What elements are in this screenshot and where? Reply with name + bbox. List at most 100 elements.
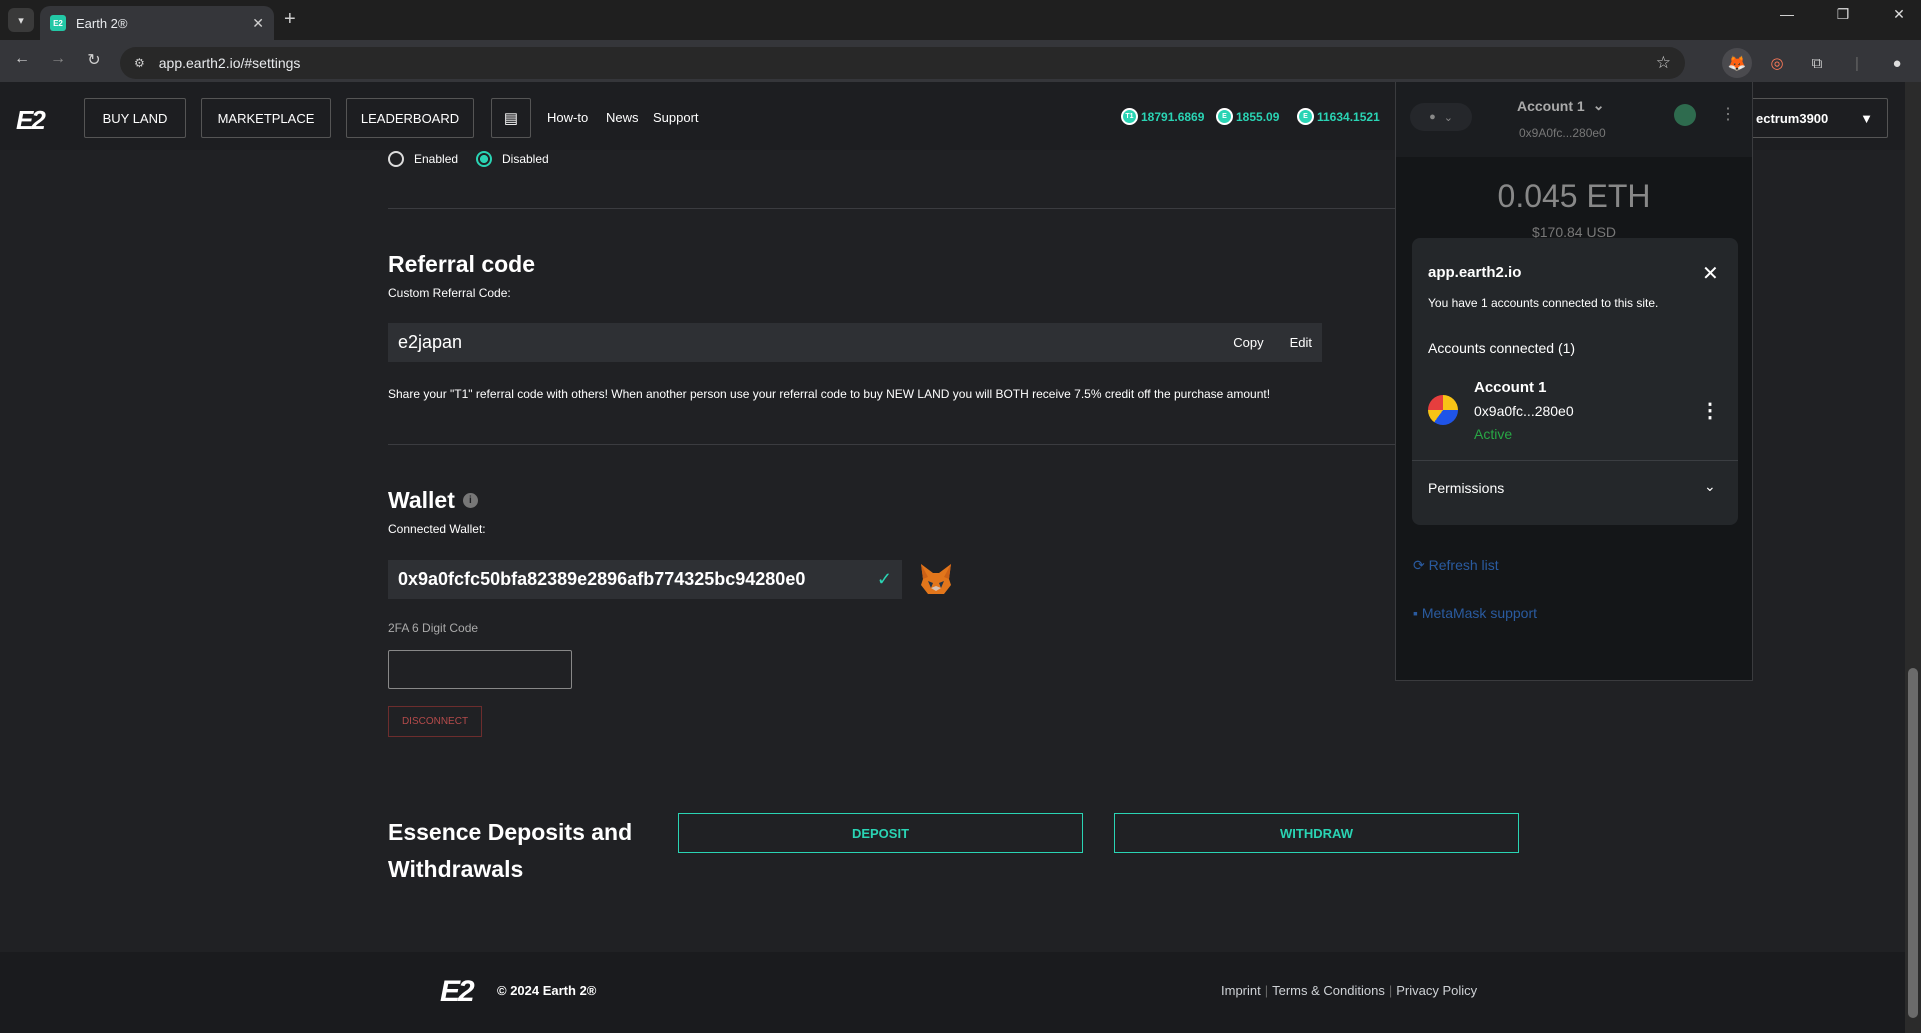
referral-subtitle: Custom Referral Code: [388,286,511,300]
new-tab-icon[interactable]: + [284,8,296,31]
url-text: app.earth2.io/#settings [158,55,301,71]
metamask-support-link[interactable]: ▪ MetaMask support [1413,605,1537,621]
username: ectrum3900 [1756,110,1829,126]
divider [1412,460,1738,461]
document-icon[interactable]: ▤ [491,98,531,138]
accounts-connected-heading: Accounts connected (1) [1428,340,1576,356]
refresh-list-link[interactable]: ⟳ Refresh list [1413,557,1499,574]
footer-logo[interactable]: E2 [440,975,475,1009]
divider [388,208,1398,209]
minimize-icon[interactable]: — [1775,6,1799,23]
radio-enabled[interactable]: Enabled [388,151,458,167]
edit-button[interactable]: Edit [1290,335,1312,350]
browser-tab[interactable]: E2 Earth 2® ✕ [40,6,274,40]
address-bar[interactable]: ⚙ app.earth2.io/#settings ☆ [120,47,1685,79]
back-icon[interactable]: ← [10,50,34,68]
chevron-down-icon: ⌄ [1443,111,1453,124]
radio-disabled[interactable]: Disabled [476,151,549,167]
connected-site-icon[interactable] [1674,104,1696,126]
news-link[interactable]: News [606,110,639,125]
modal-site-title: app.earth2.io [1428,264,1522,281]
withdraw-button[interactable]: WITHDRAW [1114,813,1519,853]
check-icon: ✓ [876,569,892,589]
reload-icon[interactable]: ↻ [82,50,106,70]
window-controls: — ❐ ✕ [1775,6,1911,23]
bookmark-star-icon[interactable]: ☆ [1656,53,1671,73]
balance-ether[interactable]: E 11634.1521 [1297,108,1380,125]
wallet-title-text: Wallet [388,487,455,513]
balance-value: 18791.6869 [1141,109,1205,124]
howto-link[interactable]: How-to [547,110,588,125]
radio-label: Enabled [414,152,459,166]
disconnect-button[interactable]: DISCONNECT [388,706,482,737]
network-selector[interactable]: ● ⌄ [1410,103,1472,131]
connected-account-name: Account 1 [1474,379,1547,396]
support-link[interactable]: Support [653,110,699,125]
account-name: Account 1 [1517,97,1585,114]
account-address[interactable]: 0x9A0fc...280e0 [1519,126,1606,140]
referral-description: Share your "T1" referral code with other… [388,387,1271,401]
balance-t1[interactable]: T1 18791.6869 [1121,108,1204,125]
scrollbar-thumb[interactable] [1908,668,1918,1018]
chevron-down-icon: ⌄ [1592,97,1605,113]
wallet-subtitle: Connected Wallet: [388,522,486,536]
buy-land-button[interactable]: BUY LAND [84,98,186,138]
connected-message: You have 1 accounts connected to this si… [1428,296,1659,310]
separator: | [1855,54,1859,72]
separator: | [1264,983,1269,998]
balance-value: 11634.1521 [1317,109,1380,124]
restore-icon[interactable]: ❐ [1831,6,1855,23]
account-selector[interactable]: Account 1 ⌄ [1517,97,1604,114]
leaderboard-button[interactable]: LEADERBOARD [346,98,474,138]
metamask-extension-icon[interactable]: 🦊 [1722,48,1752,78]
permissions-toggle[interactable]: Permissions [1428,480,1504,496]
account-status: Active [1474,426,1513,442]
color-extension-icon[interactable]: ◎ [1762,48,1792,78]
tab-title: Earth 2® [76,15,128,31]
wallet-title: Wallet i [388,487,478,514]
account-options-icon[interactable]: ⋮ [1700,398,1720,423]
marketplace-button[interactable]: MARKETPLACE [201,98,331,138]
radio-unchecked-icon [388,151,404,167]
deposit-button[interactable]: DEPOSIT [678,813,1083,853]
separator: | [1388,983,1393,998]
essence-icon: E [1216,108,1233,125]
metamask-menu-icon[interactable]: ⋮ [1720,104,1736,124]
ether-icon: E [1297,108,1314,125]
footer-copyright: © 2024 Earth 2® [497,983,597,998]
radio-label: Disabled [502,152,549,166]
site-info-icon[interactable]: ⚙ [134,56,145,70]
earth2-favicon-icon: E2 [50,15,66,31]
referral-title: Referral code [388,251,536,277]
earth2-logo[interactable]: E2 [16,105,46,136]
connected-wallet-field: 0x9a0fcfc50bfa82389e2896afb774325bc94280… [388,560,902,599]
extensions-puzzle-icon[interactable]: ⧉ [1802,48,1832,78]
close-window-icon[interactable]: ✕ [1887,6,1911,23]
balance-value: 1855.09 [1236,109,1280,124]
wallet-address: 0x9a0fcfc50bfa82389e2896afb774325bc94280… [398,569,806,589]
eth-balance: 0.045 ETH [1497,178,1651,214]
extensions-area: 🦊 ◎ ⧉ | ● ⋮ [1722,48,1921,78]
divider [388,444,1398,445]
footer-links: Imprint | Terms & Conditions | Privacy P… [1221,983,1477,998]
twofa-label: 2FA 6 Digit Code [388,621,479,635]
connected-account-address: 0x9a0fc...280e0 [1474,403,1574,419]
tab-search-icon[interactable]: ▾ [8,8,34,32]
forward-icon[interactable]: → [46,50,70,68]
footer [0,952,1905,1033]
copy-button[interactable]: Copy [1233,335,1263,350]
twofa-code-input[interactable] [388,650,572,689]
essence-title: Essence Deposits and Withdrawals [388,819,633,882]
tab-close-icon[interactable]: ✕ [252,15,264,32]
chevron-down-icon[interactable]: ⌄ [1704,478,1716,495]
imprint-link[interactable]: Imprint [1221,983,1261,998]
info-icon[interactable]: i [462,493,478,508]
radio-checked-icon [476,151,492,167]
privacy-link[interactable]: Privacy Policy [1396,983,1477,998]
balance-essence[interactable]: E 1855.09 [1216,108,1279,125]
close-icon[interactable]: ✕ [1702,261,1719,286]
terms-link[interactable]: Terms & Conditions [1272,983,1385,998]
network-icon: ● [1429,111,1436,123]
metamask-fox-icon [921,564,951,594]
profile-icon[interactable]: ● [1882,48,1912,78]
